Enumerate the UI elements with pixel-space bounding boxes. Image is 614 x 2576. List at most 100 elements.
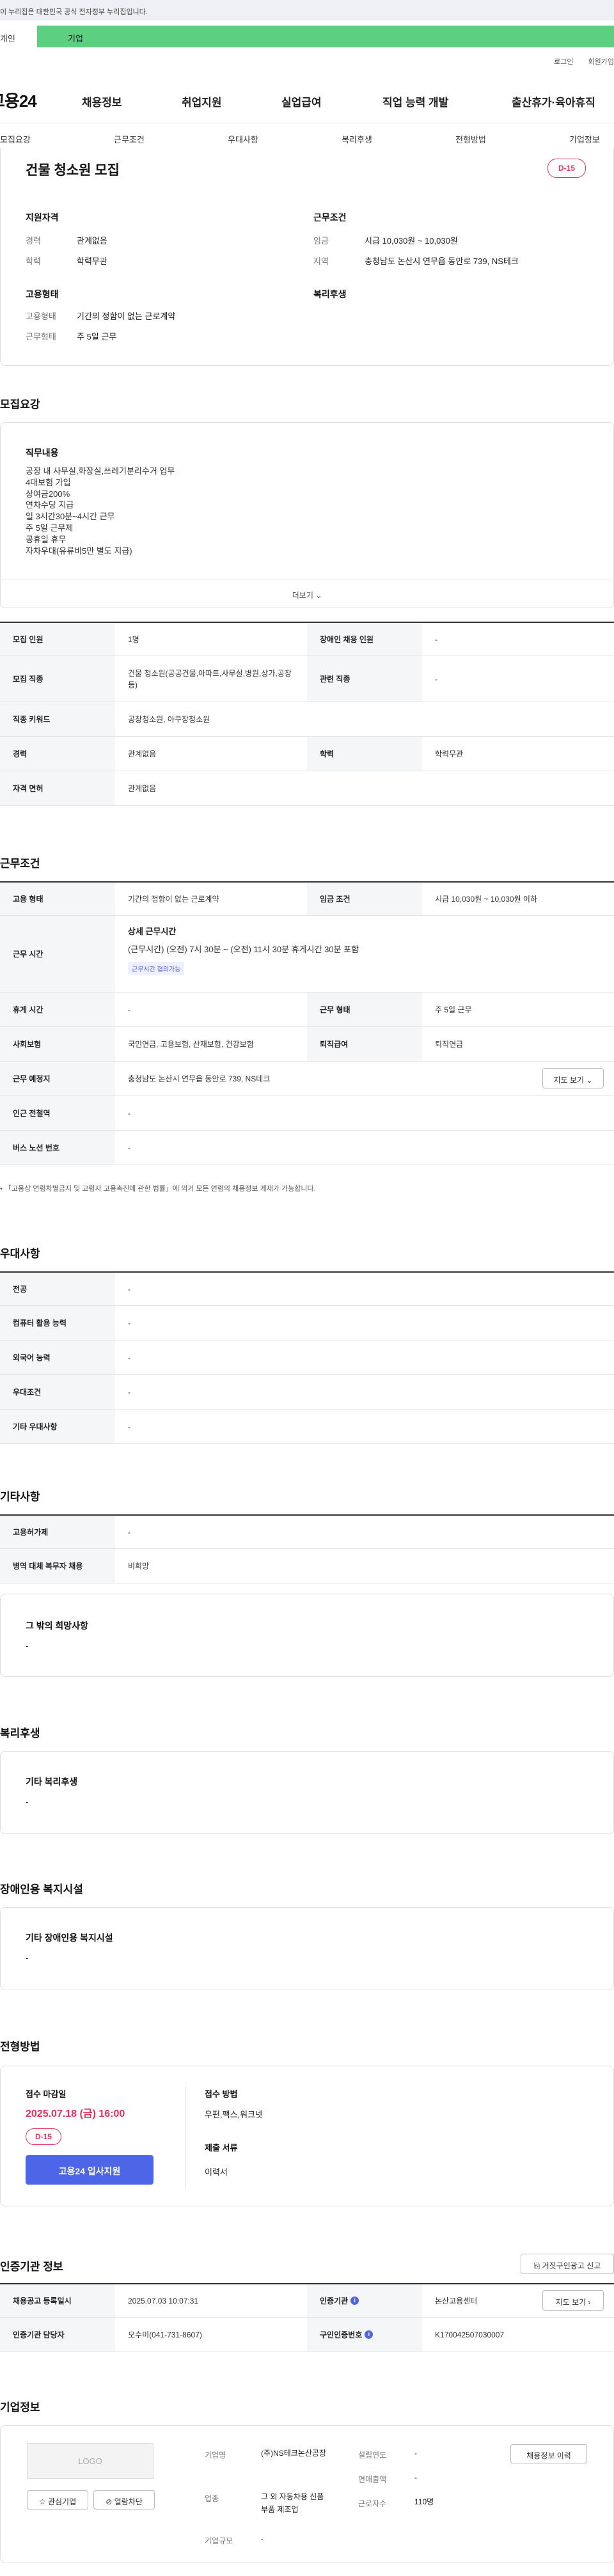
nav-item-training[interactable]: 직업 능력 개발	[382, 93, 448, 109]
benefit-card	[0, 1751, 614, 1834]
hours-negotiable-tag: 근무시간 협의가능	[128, 962, 185, 975]
table-row: 고용 형태 기간의 정함이 없는 근로계약 임금 조건 시급 10,030원 ~…	[0, 881, 614, 916]
subnav-company[interactable]: 기업정보	[569, 133, 600, 145]
benefit-value: -	[26, 1797, 29, 1807]
block-company-button[interactable]: ⊘ 열람차단	[93, 2490, 155, 2509]
process-divider	[185, 2086, 186, 2188]
subnav-recruit[interactable]: 모집요강	[0, 133, 31, 145]
wage-label: 임금	[313, 236, 329, 246]
login-link[interactable]: 로그인	[554, 58, 573, 66]
nav-item-jobs[interactable]: 채용정보	[82, 93, 122, 109]
table-row: 버스 노선 번호 -	[0, 1131, 614, 1165]
row-label: 모집 인원	[0, 623, 115, 656]
row-value: -	[128, 1387, 130, 1397]
job-history-button[interactable]: 채용정보 이력	[510, 2444, 587, 2463]
row-value: 학력무관	[435, 749, 464, 758]
wish-value: -	[26, 1641, 29, 1651]
row-label: 휴게 시간	[0, 993, 115, 1026]
table-row: 채용공고 등록일시 2025.07.03 10:07:31 인증기관 i 논산고용…	[0, 2283, 614, 2318]
docs-heading: 제출 서류	[205, 2143, 238, 2153]
disability-section-title: 장애인용 복지시설	[0, 1883, 83, 1896]
work-form-label: 근무형태	[26, 332, 56, 342]
wage-value: 시급 10,030원 ~ 10,030원	[365, 236, 458, 246]
table-row: 컴퓨터 활용 능력 -	[0, 1306, 614, 1340]
table-row: 외국어 능력 -	[0, 1340, 614, 1375]
subnav-process[interactable]: 전형방법	[455, 133, 486, 145]
row-label: 컴퓨터 활용 능력	[0, 1306, 115, 1340]
report-icon: ⎘	[533, 2261, 540, 2270]
nav-item-leave[interactable]: 출산휴가·육아휴직	[512, 93, 595, 109]
method-heading: 접수 방법	[205, 2089, 238, 2099]
report-false-ad-button[interactable]: ⎘ 거짓구인광고 신고	[521, 2254, 614, 2274]
row-value: 기간의 정함이 없는 근로계약	[128, 894, 219, 904]
subnav-benefit[interactable]: 복리후생	[342, 133, 372, 145]
table-row: 모집 직종 건물 청소원(공공건물,아파트,사무실,병원,상가,공장 등) 관련…	[0, 656, 614, 702]
employment-heading: 고용형태	[26, 289, 59, 299]
table-row: 인증기관 담당자 오수미(041-731-8607) 구인인증번호 i K1700…	[0, 2318, 614, 2352]
more-label: 더보기	[292, 591, 313, 600]
favorite-label: 관심기업	[47, 2497, 77, 2506]
star-icon: ☆	[38, 2497, 46, 2506]
conditions-heading: 근무조건	[313, 212, 347, 223]
user-type-tabs: 개인 기업	[0, 26, 614, 47]
agency-map-button[interactable]: 지도 보기 ›	[542, 2290, 604, 2311]
career-label: 경력	[26, 236, 41, 246]
gov-notice-bar: 이 누리집은 대한민국 공식 전자정부 누리집입니다.	[0, 0, 614, 20]
table-row: 직종 키워드 공장청소원, 아쿠장청소원	[0, 702, 614, 737]
more-button[interactable]: 더보기 ⌄	[0, 579, 614, 608]
apply-button[interactable]: 고용24 입사지원	[26, 2155, 154, 2185]
row-label: 관련 직종	[307, 656, 422, 702]
benefit-heading: 기타 복리후생	[26, 1777, 78, 1787]
row-label: 모집 직종	[0, 656, 115, 702]
scale-label: 기업규모	[205, 2536, 233, 2545]
row-value: 주 5일 근무	[435, 1005, 472, 1014]
site-logo[interactable]: 고용24	[0, 88, 37, 112]
career-value: 관계없음	[77, 236, 107, 246]
welfare-heading: 복리후생	[313, 289, 347, 299]
tab-personal[interactable]: 개인	[0, 26, 37, 47]
favorite-company-button[interactable]: ☆ 관심기업	[27, 2490, 88, 2509]
deadline-value: 2025.07.18 (금) 16:00	[26, 2109, 125, 2119]
nav-item-employment-support[interactable]: 취업지원	[182, 93, 222, 109]
deadline-dday-badge: D-15	[26, 2128, 61, 2145]
disability-heading: 기타 장애인용 복지시설	[26, 1933, 113, 1943]
chevron-down-icon: ⌄	[586, 1076, 593, 1085]
table-row: 사회보험 국민연금, 고용보험, 산재보험, 건강보험 퇴직급여 퇴직연금	[0, 1027, 614, 1062]
chevron-right-icon: ›	[588, 2298, 591, 2307]
global-nav: 고용24 채용정보 취업지원 실업급여 직업 능력 개발 출산휴가·육아휴직	[0, 82, 614, 115]
company-section-title: 기업정보	[0, 2401, 40, 2414]
row-value: 관계없음	[128, 749, 157, 758]
subnav-preference[interactable]: 우대사항	[228, 133, 258, 145]
table-row: 모집 인원 1명 장애인 채용 인원 -	[0, 622, 614, 656]
row-value: 퇴직연금	[435, 1039, 464, 1049]
row-label: 인증기관 담당자	[0, 2318, 115, 2352]
area-label: 지역	[313, 256, 329, 266]
row-label: 경력	[0, 737, 115, 771]
industry-label: 업종	[205, 2494, 219, 2503]
signup-link[interactable]: 회원가입	[588, 58, 614, 66]
row-label: 근무 시간	[0, 916, 115, 992]
row-value: K170042507030007	[435, 2330, 505, 2339]
nav-item-unemployment[interactable]: 실업급여	[281, 93, 322, 109]
tab-company[interactable]: 기업	[37, 26, 614, 47]
company-name-label: 기업명	[205, 2451, 226, 2460]
row-value: 1명	[128, 634, 139, 644]
map-button[interactable]: 지도 보기 ⌄	[542, 1068, 604, 1088]
wish-heading: 그 밖의 희망사항	[26, 1621, 88, 1631]
subnav-work[interactable]: 근무조건	[114, 133, 145, 145]
row-value: -	[128, 1422, 130, 1431]
agency-section-title: 인증기관 정보	[0, 2261, 63, 2273]
benefit-section-title: 복리후생	[0, 1727, 40, 1740]
table-row: 전공 -	[0, 1271, 614, 1306]
industry-value: 그 외 자동차용 신품 부품 제조업	[261, 2492, 324, 2514]
employment-type-label: 고용형태	[26, 311, 56, 321]
info-icon[interactable]: i	[350, 2297, 359, 2305]
row-label: 임금 조건	[307, 883, 422, 915]
info-icon[interactable]: i	[365, 2330, 374, 2339]
table-row: 자격 면허 관계없음	[0, 771, 614, 806]
row-value: -	[128, 1005, 130, 1014]
hours-heading: 상세 근무시간	[128, 927, 177, 936]
staff-value: 110명	[414, 2497, 434, 2506]
row-label: 병역 대체 복무자 채용	[0, 1549, 115, 1583]
row-label: 근무 예정지	[0, 1062, 115, 1096]
